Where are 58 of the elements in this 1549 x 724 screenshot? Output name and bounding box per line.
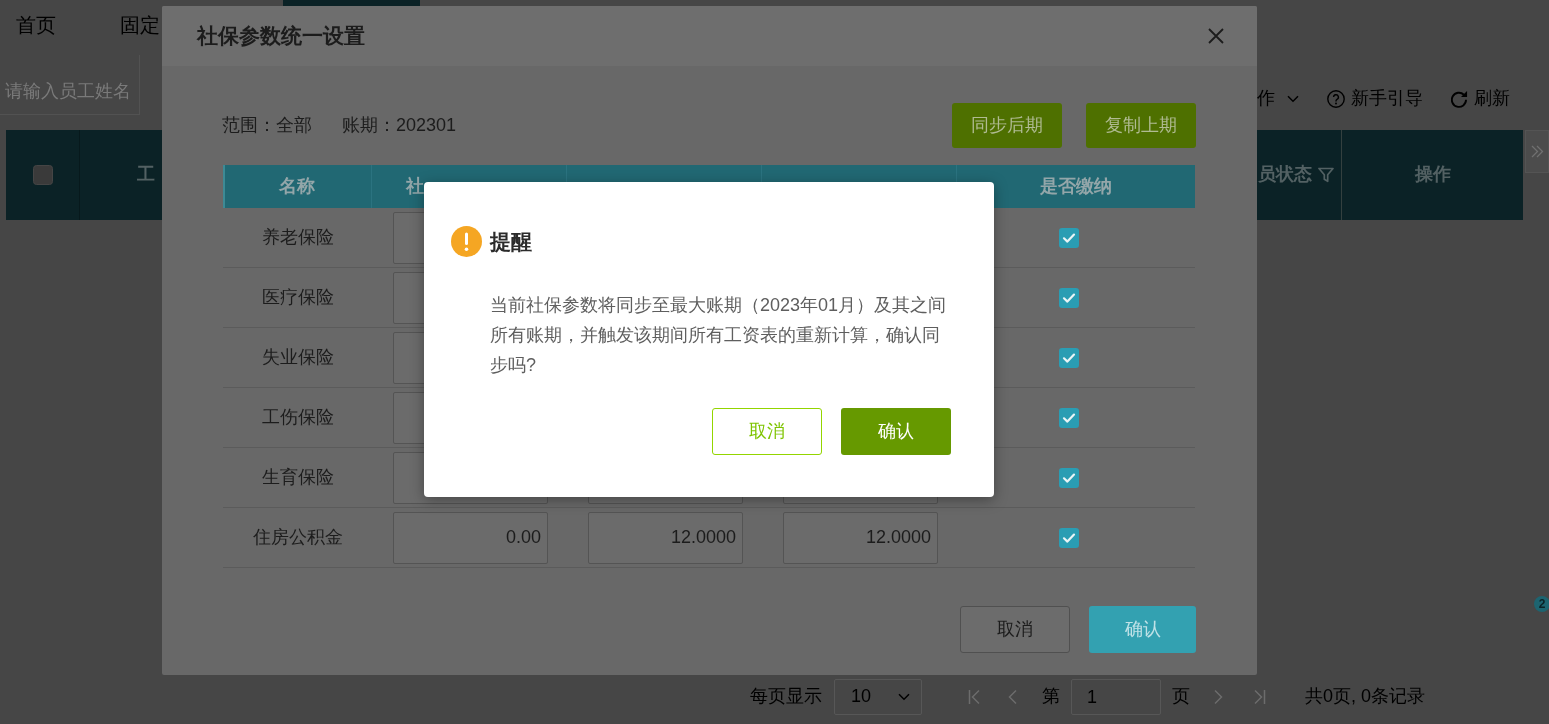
column-header: 是否缴纳 — [1040, 174, 1112, 198]
confirm-button[interactable]: 确认 — [841, 408, 951, 455]
chevron-down-icon — [1287, 95, 1299, 103]
page-label: 第 — [1041, 685, 1060, 709]
cancel-button[interactable]: 取消 — [712, 408, 822, 455]
count-badge: 2 — [1534, 596, 1549, 612]
guide-button[interactable]: 新手引导 — [1327, 87, 1423, 111]
cancel-button[interactable]: 取消 — [960, 606, 1070, 653]
alert-title: 提醒 — [490, 228, 532, 255]
first-page-icon[interactable] — [967, 689, 980, 705]
column-header: 社 — [406, 174, 424, 198]
input-field[interactable]: 0.00 — [393, 511, 548, 564]
help-icon — [1327, 90, 1345, 108]
last-page-icon[interactable] — [1253, 689, 1266, 705]
copy-button[interactable]: 复制上期 — [1086, 103, 1196, 148]
table-cell-text: 生育保险 — [261, 465, 334, 489]
chevron-left-icon[interactable] — [1007, 689, 1017, 705]
page-label: 页 — [1171, 685, 1190, 709]
table-cell-text: 住房公积金 — [252, 525, 343, 549]
page-input[interactable]: 1 — [1070, 679, 1161, 715]
table-cell-text: 养老保险 — [261, 225, 334, 249]
nav-tab[interactable]: 首页 — [0, 0, 104, 50]
checkbox[interactable] — [1059, 527, 1079, 548]
collapse-button[interactable] — [1525, 130, 1549, 173]
sync-button[interactable]: 同步后期 — [952, 103, 1062, 148]
table-cell-text: 医疗保险 — [261, 285, 334, 309]
alert-message: 当前社保参数将同步至最大账期（2023年01月）及其之间所有账期，并触发该期间所有工资表的重新计算，确认同步吗? — [490, 294, 948, 377]
period-label: 账期：202301 — [342, 113, 457, 137]
checkbox[interactable] — [1059, 287, 1079, 308]
double-chevron-icon — [1530, 145, 1544, 158]
column-header: 操作 — [1414, 163, 1451, 187]
refresh-icon — [1451, 90, 1468, 108]
page-size-select[interactable]: 10 — [833, 679, 922, 715]
chevron-right-icon[interactable] — [1213, 689, 1223, 705]
nav-tab[interactable]: 固定 — [104, 0, 162, 50]
dialog-title: 社保参数统一设置 — [197, 23, 365, 50]
column-header: 名称 — [279, 174, 315, 198]
column-header: 工 — [137, 163, 155, 187]
checkbox[interactable] — [1059, 467, 1079, 488]
table-cell-text: 工伤保险 — [261, 405, 334, 429]
table-cell-text: 失业保险 — [261, 345, 334, 369]
page-summary: 共0页, 0条记录 — [1304, 685, 1425, 709]
checkbox[interactable] — [1059, 407, 1079, 428]
checkbox[interactable] — [1059, 347, 1079, 368]
chevron-down-icon — [897, 693, 910, 701]
checkbox[interactable] — [1059, 227, 1079, 248]
confirm-button[interactable]: 确认 — [1089, 606, 1196, 653]
menu-dropdown[interactable]: 作 — [1257, 87, 1299, 111]
refresh-button[interactable]: 刷新 — [1451, 87, 1510, 111]
checkbox[interactable] — [32, 165, 53, 185]
close-icon[interactable] — [1208, 28, 1224, 44]
page-size-label: 每页显示 — [749, 685, 822, 709]
column-header: 员状态 — [1258, 163, 1312, 187]
scope-label: 范围：全部 — [222, 113, 312, 137]
input-field[interactable]: 12.0000 — [588, 511, 743, 564]
warning-icon — [451, 226, 482, 257]
input-field[interactable]: 12.0000 — [783, 511, 938, 564]
filter-icon[interactable] — [1318, 167, 1334, 183]
